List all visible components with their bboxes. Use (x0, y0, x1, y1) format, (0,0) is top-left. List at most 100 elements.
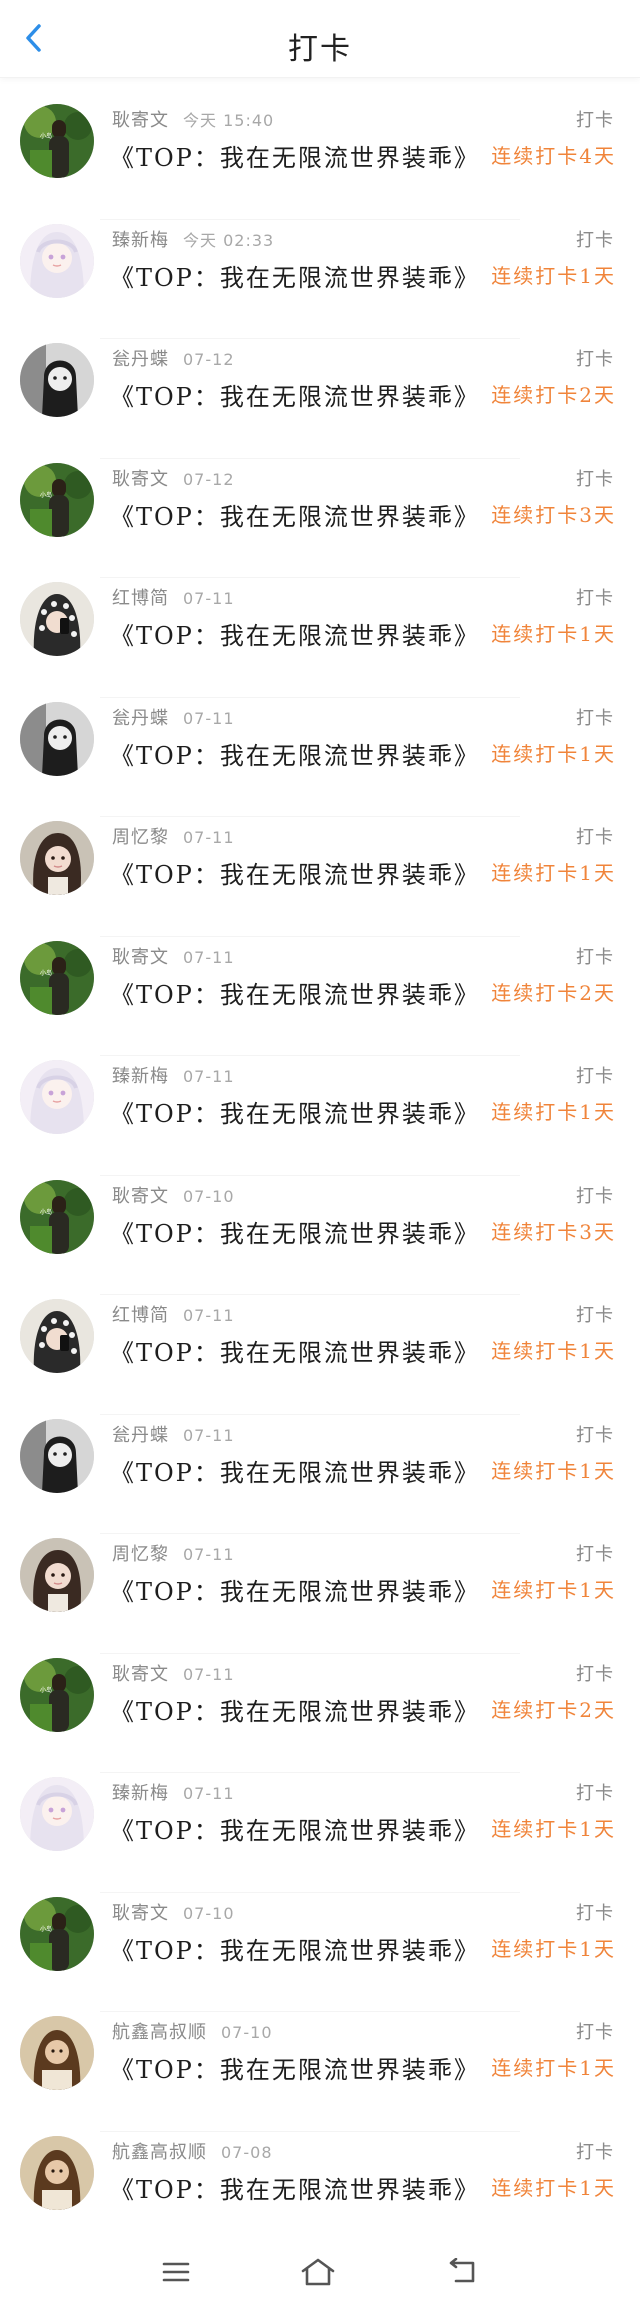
checkin-row[interactable]: 红博简 07-11 《TOP：我在无限流世界装乖》 打卡 连续打卡1天 (0, 1295, 640, 1415)
checkin-time: 07-11 (183, 708, 235, 728)
checkin-row[interactable]: 瓮丹蝶 07-11 《TOP：我在无限流世界装乖》 打卡连续打卡1天 (0, 698, 640, 817)
streak-label: 连续打卡2天 (491, 980, 616, 1005)
book-title[interactable]: 《TOP：我在无限流世界装乖》 (110, 736, 480, 771)
streak-label: 连续打卡1天 (491, 861, 616, 885)
user-name[interactable]: 耿寄文 07-11 (112, 943, 235, 969)
checkin-row[interactable]: 小岛 耿寄文 07-10 《TOP：我在无限流世界装乖》 打卡 连续打卡3天 (0, 1176, 640, 1295)
book-title[interactable]: 《TOP：我在无限流世界装乖》 (110, 1692, 480, 1727)
checkin-time: 今天 15:40 (183, 111, 275, 130)
svg-text:小岛: 小岛 (40, 969, 52, 977)
user-name[interactable]: 周忆黎 07-11 (112, 823, 235, 849)
book-title[interactable]: 《TOP：我在无限流世界装乖》 (110, 497, 480, 532)
avatar[interactable]: 小岛 (20, 104, 94, 178)
checkin-row[interactable]: 臻新梅 07-11 《TOP：我在无限流世界装乖》 打卡 连续打卡1天 (0, 1773, 640, 1893)
checkin-row[interactable]: 航鑫高叔顺 07-08 《TOP：我在无限流世界装乖》 打卡 连续打卡1天 (0, 2132, 640, 2251)
checkin-label: 打卡 (576, 2022, 614, 2043)
checkin-row[interactable]: 瓮丹蝶 07-12 《TOP：我在无限流世界装乖》 打卡 连续打卡2天 (0, 339, 640, 459)
back-arrow-icon (446, 2257, 478, 2290)
streak-label: 连续打卡2天 (491, 1697, 616, 1722)
checkin-time: 07-11 (183, 1545, 235, 1564)
streak-label: 连续打卡1天 (491, 1458, 616, 1483)
streak-label: 连续打卡1天 (491, 2175, 616, 2200)
streak-label: 连续打卡2天 (491, 383, 616, 407)
checkin-row[interactable]: 周忆黎 07-11 《TOP：我在无限流世界装乖》 打卡连续打卡1天 (0, 817, 640, 937)
checkin-label: 打卡 (576, 946, 614, 968)
avatar[interactable] (20, 2016, 94, 2090)
user-name[interactable]: 航鑫高叔顺 07-10 (112, 2018, 273, 2044)
checkin-row[interactable]: 小岛 耿寄文 07-12 《TOP：我在无限流世界装乖》 打卡 连续打卡3天 (0, 459, 640, 578)
avatar[interactable]: 小岛 (20, 940, 94, 1015)
avatar[interactable] (20, 223, 94, 298)
book-title[interactable]: 《TOP：我在无限流世界装乖》 (110, 855, 480, 890)
checkin-row[interactable]: 臻新梅 07-11 《TOP：我在无限流世界装乖》 打卡 连续打卡1天 (0, 1056, 640, 1176)
book-title[interactable]: 《TOP：我在无限流世界装乖》 (110, 138, 480, 173)
book-title[interactable]: 《TOP：我在无限流世界装乖》 (110, 1453, 480, 1488)
checkin-row[interactable]: 小岛 耿寄文 07-11 《TOP：我在无限流世界装乖》 打卡连续打卡2天 (0, 937, 640, 1056)
user-name[interactable]: 瓮丹蝶 07-11 (112, 704, 235, 730)
user-name[interactable]: 瓮丹蝶 07-12 (112, 345, 235, 371)
book-title[interactable]: 《TOP：我在无限流世界装乖》 (110, 975, 480, 1010)
checkin-time: 07-11 (183, 1067, 235, 1086)
user-name[interactable]: 周忆黎 07-11 (112, 1540, 235, 1566)
book-title[interactable]: 《TOP：我在无限流世界装乖》 (110, 1931, 480, 1966)
book-title[interactable]: 《TOP：我在无限流世界装乖》 (110, 1811, 480, 1846)
book-title[interactable]: 《TOP：我在无限流世界装乖》 (110, 1572, 480, 1607)
book-title[interactable]: 《TOP：我在无限流世界装乖》 (110, 616, 480, 651)
book-title[interactable]: 《TOP：我在无限流世界装乖》 (110, 1333, 480, 1368)
book-title[interactable]: 《TOP：我在无限流世界装乖》 (110, 2170, 480, 2205)
avatar[interactable] (20, 582, 94, 656)
user-name[interactable]: 红博简 07-11 (112, 1301, 235, 1327)
checkin-row[interactable]: 小岛 耿寄文 07-11 《TOP：我在无限流世界装乖》 打卡 连续打卡2天 (0, 1654, 640, 1773)
checkin-row[interactable]: 红博简 07-11 《TOP：我在无限流世界装乖》 打卡 连续打卡1天 (0, 578, 640, 698)
user-name[interactable]: 瓮丹蝶 07-11 (112, 1421, 235, 1447)
checkin-row[interactable]: 小岛 耿寄文 07-10 《TOP：我在无限流世界装乖》 打卡 连续打卡1天 (0, 1893, 640, 2012)
avatar[interactable] (20, 1777, 94, 1851)
user-name[interactable]: 臻新梅 07-11 (112, 1779, 235, 1805)
menu-button[interactable] (150, 2252, 202, 2296)
book-title[interactable]: 《TOP：我在无限流世界装乖》 (110, 1214, 480, 1249)
page-title: 打卡 (288, 32, 352, 67)
user-name[interactable]: 航鑫高叔顺 07-08 (112, 2138, 273, 2164)
avatar[interactable] (20, 343, 94, 417)
checkin-label: 打卡 (576, 827, 614, 848)
checkin-label: 打卡 (576, 707, 614, 729)
user-name[interactable]: 臻新梅 07-11 (112, 1062, 235, 1088)
user-name[interactable]: 耿寄文 今天 15:40 (112, 106, 274, 132)
menu-icon (161, 2260, 191, 2288)
user-name[interactable]: 耿寄文 07-10 (112, 1899, 235, 1925)
checkin-row[interactable]: 臻新梅 今天 02:33 《TOP：我在无限流世界装乖》 打卡 连续打卡1天 (0, 220, 640, 339)
user-name-text: 耿寄文 (112, 1902, 169, 1924)
checkin-row[interactable]: 航鑫高叔顺 07-10 《TOP：我在无限流世界装乖》 打卡 连续打卡1天 (0, 2012, 640, 2132)
streak-label: 连续打卡4天 (491, 144, 616, 168)
top-bar: 打卡 (0, 0, 640, 78)
avatar[interactable]: 小岛 (20, 462, 94, 537)
avatar[interactable] (20, 1060, 94, 1134)
checkin-label: 打卡 (576, 1544, 614, 1565)
checkin-row[interactable]: 瓮丹蝶 07-11 《TOP：我在无限流世界装乖》 打卡 连续打卡1天 (0, 1415, 640, 1534)
book-title[interactable]: 《TOP：我在无限流世界装乖》 (110, 377, 480, 412)
avatar[interactable]: 小岛 (20, 1657, 94, 1732)
avatar[interactable] (20, 821, 94, 895)
return-button[interactable] (436, 2252, 488, 2296)
avatar[interactable]: 小岛 (20, 1896, 94, 1971)
checkin-time: 07-11 (183, 1306, 235, 1325)
checkin-row[interactable]: 小岛 耿寄文 今天 15:40 《TOP：我在无限流世界装乖》 打卡 连续打卡4天 (0, 100, 640, 220)
avatar[interactable] (20, 1299, 94, 1373)
user-name[interactable]: 耿寄文 07-10 (112, 1182, 235, 1208)
avatar[interactable] (20, 2135, 94, 2210)
checkin-row[interactable]: 周忆黎 07-11 《TOP：我在无限流世界装乖》 打卡 连续打卡1天 (0, 1534, 640, 1654)
user-name[interactable]: 臻新梅 今天 02:33 (112, 226, 274, 252)
user-name[interactable]: 红博简 07-11 (112, 584, 235, 610)
avatar[interactable] (20, 1418, 94, 1493)
book-title[interactable]: 《TOP：我在无限流世界装乖》 (110, 258, 480, 293)
book-title[interactable]: 《TOP：我在无限流世界装乖》 (110, 2050, 480, 2085)
user-name[interactable]: 耿寄文 07-11 (112, 1660, 235, 1686)
avatar[interactable] (20, 701, 94, 776)
avatar[interactable] (20, 1538, 94, 1612)
checkin-time: 07-12 (183, 350, 235, 369)
home-button[interactable] (292, 2252, 344, 2296)
user-name[interactable]: 耿寄文 07-12 (112, 465, 235, 491)
avatar[interactable]: 小岛 (20, 1179, 94, 1254)
book-title[interactable]: 《TOP：我在无限流世界装乖》 (110, 1094, 480, 1129)
streak-label: 连续打卡1天 (491, 741, 616, 766)
